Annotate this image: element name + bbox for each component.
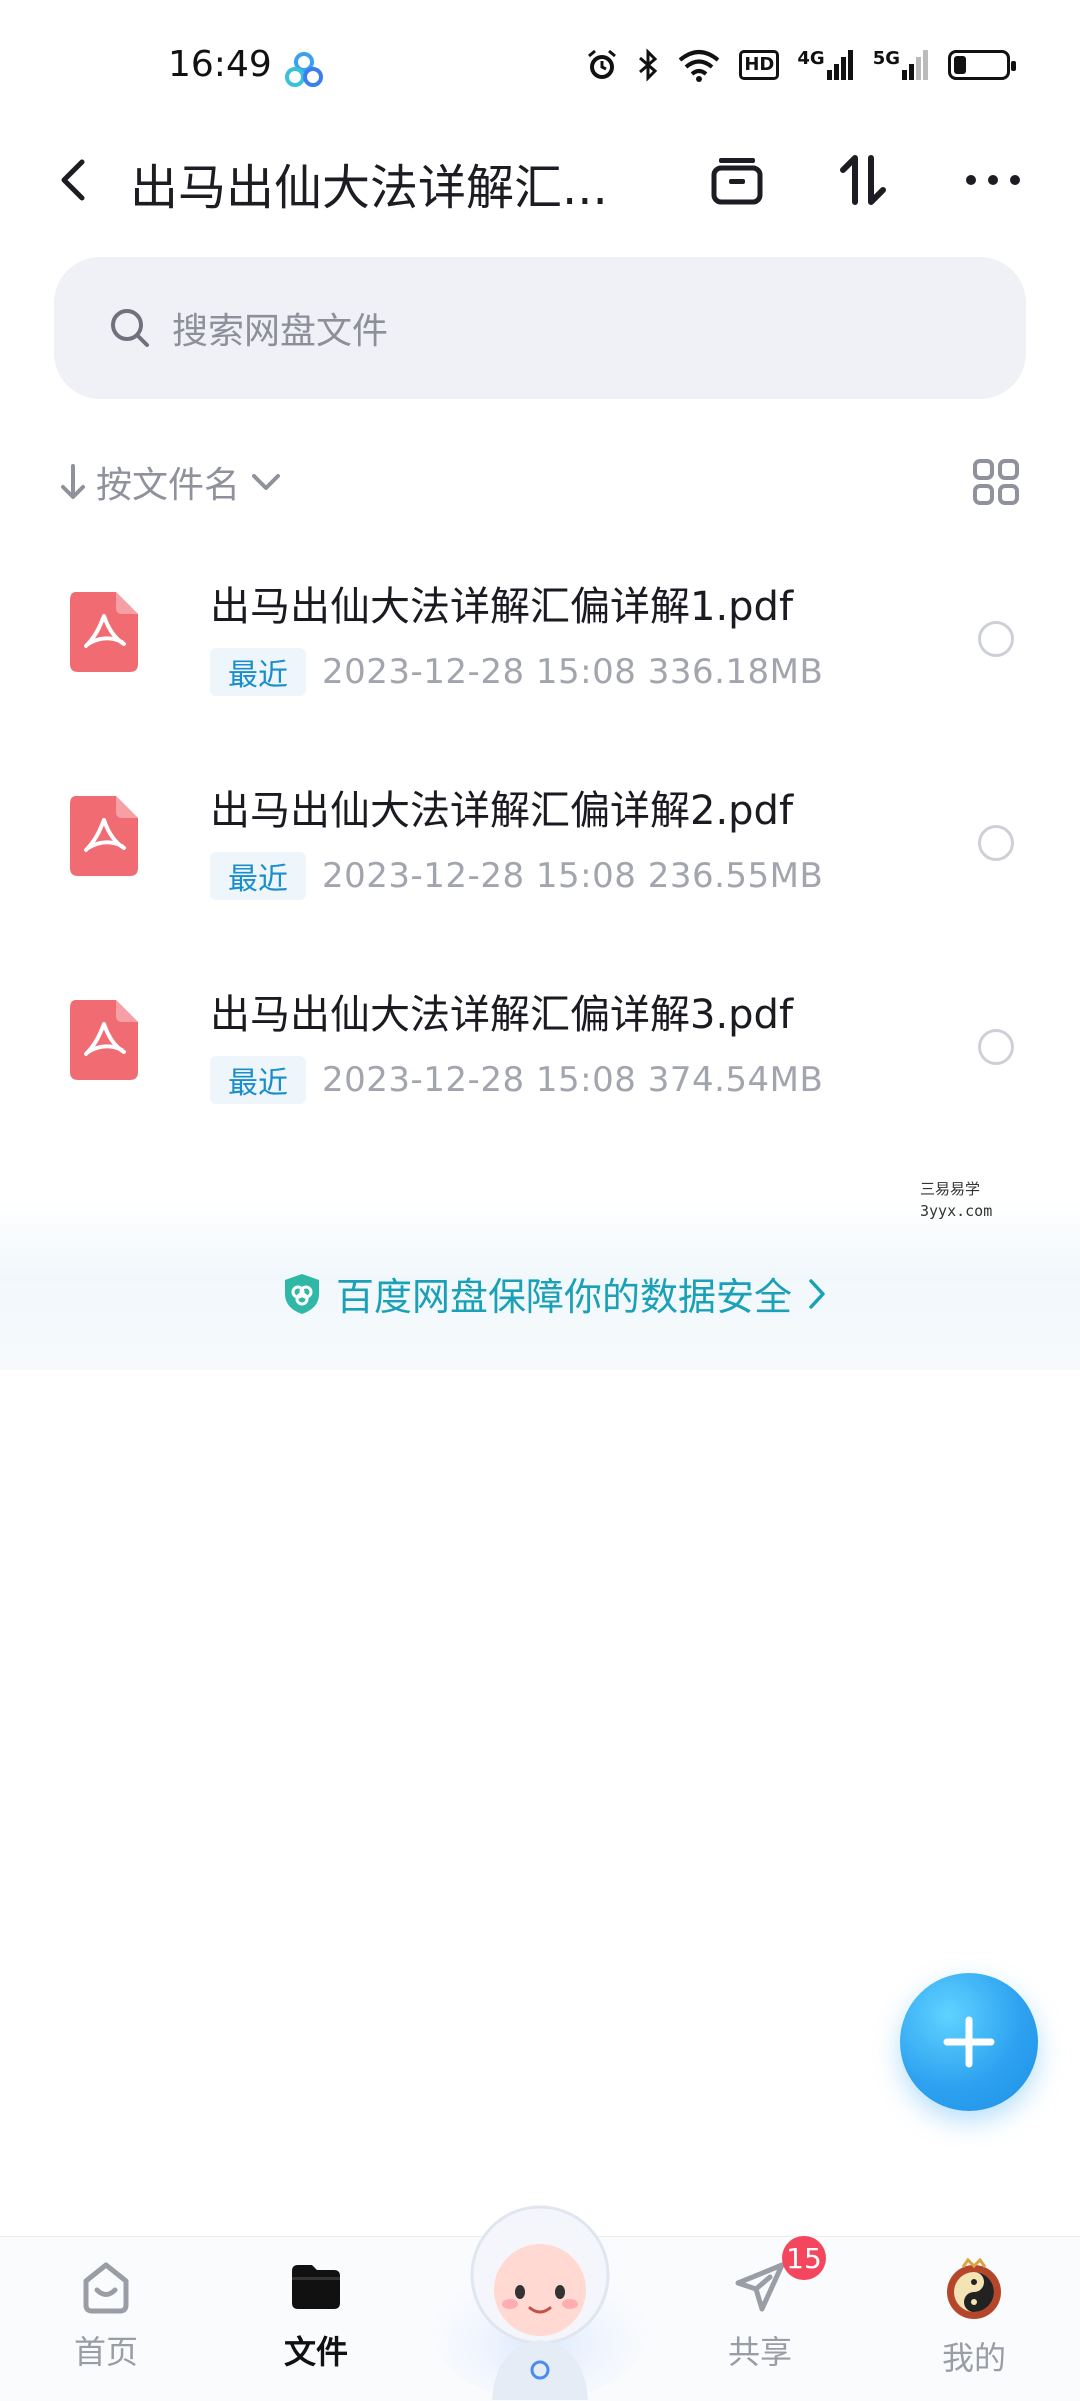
search-placeholder: 搜索网盘文件 [172,311,389,352]
mascot-button[interactable] [430,2180,650,2400]
status-icons: HD 4G 5G [585,48,1016,82]
security-text: 百度网盘保障你的数据安全 [336,1275,793,1319]
recent-badge: 最近 [210,1056,306,1104]
home-icon [83,2262,129,2314]
status-time: 16:49 [168,44,272,85]
folder-icon [292,2265,340,2309]
file-name: 出马出仙大法详解汇偏详解1.pdf [210,584,794,630]
nav-mine-label: 我的 [941,2339,1006,2377]
wifi-icon [679,50,720,82]
file-name: 出马出仙大法详解汇偏详解2.pdf [210,788,794,834]
nav-files[interactable]: 文件 [246,2257,386,2373]
sort-arrow-icon [61,464,85,499]
recent-badge: 最近 [210,852,306,900]
signal-5g-icon: 5G [873,50,930,80]
nav-home[interactable]: 首页 [36,2257,176,2373]
archive-button[interactable] [702,145,772,215]
select-radio[interactable] [978,621,1014,657]
pdf-file-icon [70,1000,138,1080]
archive-icon [711,158,763,205]
select-radio[interactable] [978,825,1014,861]
chevron-right-icon [809,1278,825,1309]
security-banner-link[interactable]: 百度网盘保障你的数据安全 [282,1266,828,1321]
more-button[interactable] [958,145,1028,215]
signal-4g-icon: 4G [797,50,854,80]
file-meta: 2023-12-28 15:08 336.18MB [322,652,824,692]
send-icon [735,2262,785,2312]
nav-share-label: 共享 [727,2333,792,2371]
file-row[interactable]: 出马出仙大法详解汇偏详解2.pdf 最近 2023-12-28 15:08 23… [0,760,1080,960]
bluetooth-icon [639,48,658,82]
plus-icon [943,2016,995,2068]
share-count-badge: 15 [782,2236,826,2280]
back-icon[interactable] [50,150,100,210]
pdf-file-icon [70,592,138,672]
file-meta: 2023-12-28 15:08 236.55MB [322,856,824,896]
transfer-icon [840,155,886,205]
file-row[interactable]: 出马出仙大法详解汇偏详解1.pdf 最近 2023-12-28 15:08 33… [0,556,1080,756]
file-meta: 2023-12-28 15:08 374.54MB [322,1060,824,1100]
watermark: 三易易学 3yyx.com [920,1180,993,1220]
shield-icon [285,1273,319,1314]
baidu-netdisk-status-icon [285,52,323,87]
nav-files-label: 文件 [283,2333,348,2371]
transfer-button[interactable] [828,145,898,215]
search-icon [111,309,149,347]
sort-label: 按文件名 [96,465,241,506]
hd-icon: HD [739,50,780,80]
recent-badge: 最近 [210,648,306,696]
file-row[interactable]: 出马出仙大法详解汇偏详解3.pdf 最近 2023-12-28 15:08 37… [0,964,1080,1164]
folder-title: 出马出仙大法详解汇... [130,160,608,216]
add-button[interactable] [900,1973,1038,2111]
nav-mine[interactable]: 我的 [904,2257,1044,2379]
more-icon [966,175,1020,185]
pdf-file-icon [70,796,138,876]
search-input[interactable]: 搜索网盘文件 [54,257,1026,399]
nav-home-label: 首页 [73,2333,138,2371]
grid-view-icon[interactable] [972,458,1020,506]
avatar-icon [947,2257,1001,2319]
alarm-icon [588,49,617,79]
file-name: 出马出仙大法详解汇偏详解3.pdf [210,992,794,1038]
battery-icon [948,50,1016,80]
select-radio[interactable] [978,1029,1014,1065]
sort-selector[interactable]: 按文件名 [58,456,284,508]
chevron-down-icon [252,474,281,490]
